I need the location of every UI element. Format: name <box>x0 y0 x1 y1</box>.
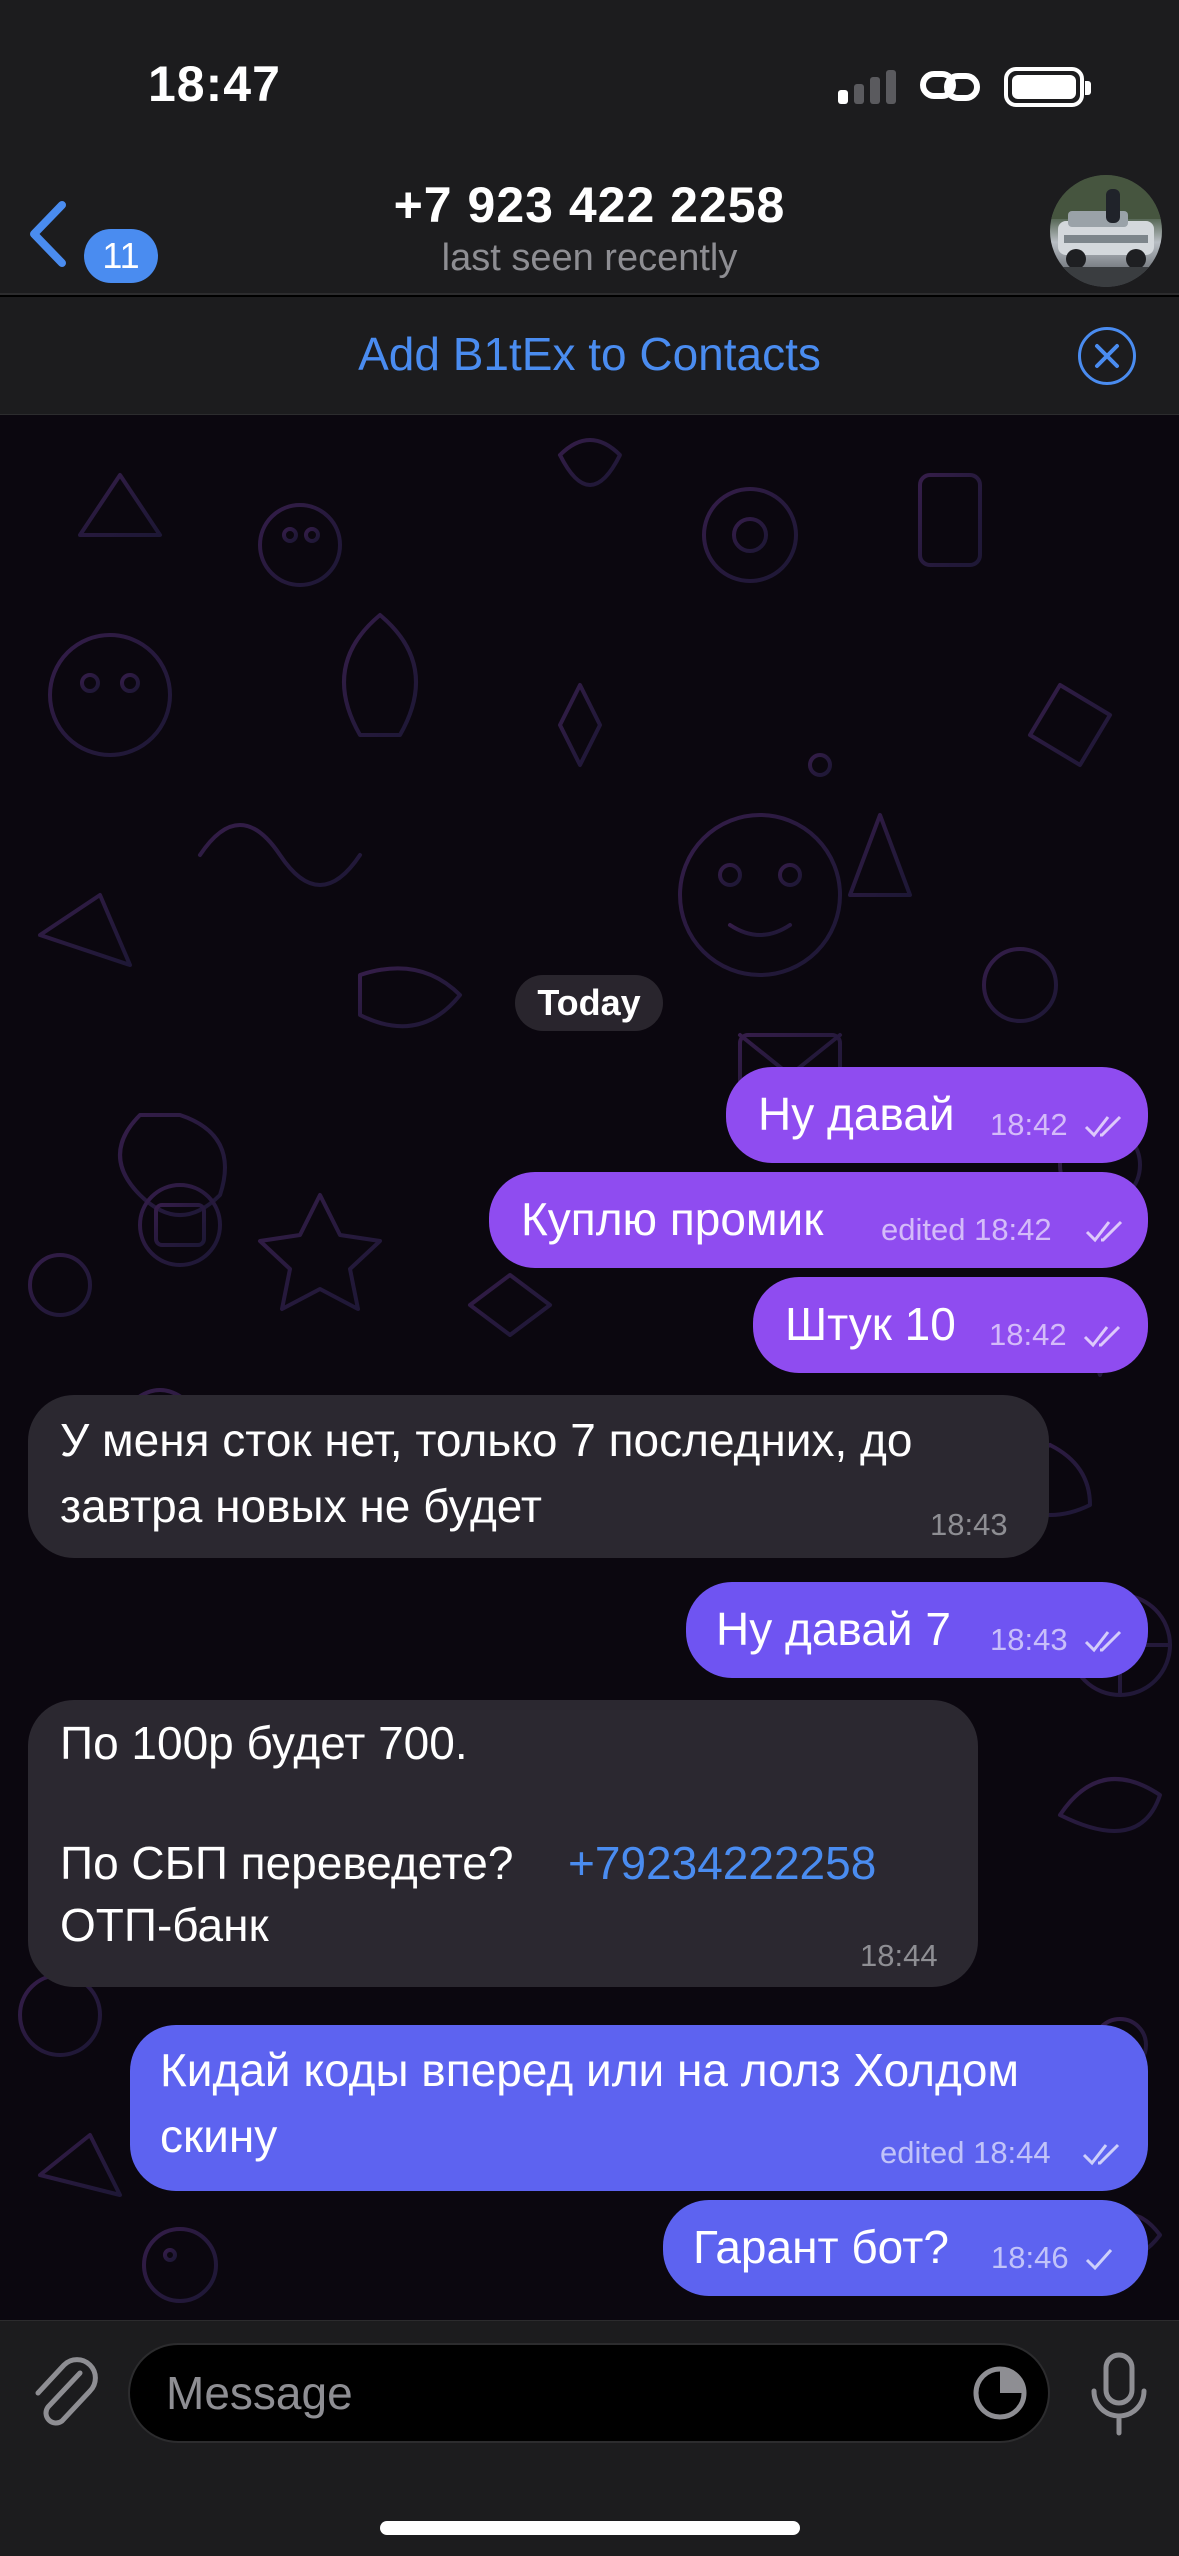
outgoing-message[interactable]: Ну давай 18:42 <box>726 1067 1148 1163</box>
phone-number-link[interactable]: +79234222258 <box>568 1830 876 1896</box>
message-time: 18:46 <box>991 2240 1069 2275</box>
message-text-line: завтра новых не будет <box>60 1480 542 1532</box>
close-banner-button[interactable] <box>1078 327 1136 385</box>
outgoing-message[interactable]: Штук 10 18:42 <box>753 1277 1148 1373</box>
microphone-icon[interactable] <box>1084 2349 1154 2439</box>
status-time: 18:47 <box>148 56 281 112</box>
message-text-line: По 100р будет 700. <box>60 1717 468 1769</box>
message-text: Ну давай <box>758 1088 955 1140</box>
add-contact-banner: Add B1tEx to Contacts <box>0 297 1179 415</box>
outgoing-message[interactable]: Гарант бот? 18:46 <box>663 2200 1148 2296</box>
incoming-message[interactable]: По 100р будет 700. По СБП переведете? +7… <box>28 1700 978 1987</box>
message-text: Штук 10 <box>785 1298 956 1350</box>
composer-bar <box>0 2320 1179 2556</box>
message-input[interactable] <box>166 2345 966 2441</box>
double-check-icon <box>1084 1115 1122 1138</box>
double-check-icon <box>1083 1325 1121 1348</box>
chat-header: 11 +7 923 422 2258 last seen recently <box>0 165 1179 295</box>
message-text-line: По СБП переведете? <box>60 1837 514 1889</box>
double-check-icon <box>1084 1630 1122 1653</box>
date-separator: Today <box>515 975 663 1031</box>
home-indicator <box>380 2521 800 2535</box>
message-time: 18:44 <box>860 1938 938 1973</box>
close-icon <box>1095 344 1119 368</box>
message-text-line: скину <box>160 2110 278 2162</box>
message-text: Гарант бот? <box>693 2221 949 2273</box>
outgoing-message[interactable]: Куплю промик edited 18:42 <box>489 1172 1148 1268</box>
message-input-field[interactable] <box>128 2343 1050 2443</box>
double-check-icon <box>1085 1220 1123 1243</box>
paperclip-icon[interactable] <box>28 2355 100 2435</box>
outgoing-message[interactable]: Кидай коды вперед или на лолз Холдом ски… <box>130 2025 1148 2191</box>
message-text-line: ОТП-банк <box>60 1899 269 1951</box>
contact-last-seen: last seen recently <box>441 237 738 279</box>
cellular-signal-icon <box>838 68 896 104</box>
message-list[interactable]: Today Ну давай 18:42 Куплю промик edited… <box>0 415 1179 2320</box>
contact-name[interactable]: +7 923 422 2258 <box>0 176 1179 234</box>
message-text-line: У меня сток нет, только 7 последних, до <box>60 1414 913 1466</box>
message-time: edited 18:44 <box>880 2135 1051 2170</box>
contact-avatar[interactable] <box>1050 175 1162 287</box>
message-text-line: Кидай коды вперед или на лолз Холдом <box>160 2044 1020 2096</box>
incoming-message[interactable]: У меня сток нет, только 7 последних, до … <box>28 1395 1049 1558</box>
message-time: edited 18:42 <box>881 1212 1052 1247</box>
telegram-chat-screen: 18:47 11 +7 923 422 2258 last seen recen… <box>0 0 1179 2556</box>
personal-hotspot-icon <box>920 71 980 101</box>
sticker-icon[interactable] <box>970 2363 1030 2423</box>
message-time: 18:42 <box>990 1107 1068 1142</box>
double-check-icon <box>1082 2143 1120 2166</box>
message-time: 18:43 <box>990 1622 1068 1657</box>
message-time: 18:43 <box>930 1507 1008 1542</box>
message-text: Ну давай 7 <box>716 1603 951 1655</box>
battery-icon <box>1004 67 1091 107</box>
outgoing-message[interactable]: Ну давай 7 18:43 <box>686 1582 1148 1678</box>
message-time: 18:42 <box>989 1317 1067 1352</box>
check-icon <box>1085 2249 1113 2271</box>
add-to-contacts-link[interactable]: Add B1tEx to Contacts <box>0 327 1179 381</box>
status-bar: 18:47 <box>0 0 1179 165</box>
message-text: Куплю промик <box>521 1193 824 1245</box>
